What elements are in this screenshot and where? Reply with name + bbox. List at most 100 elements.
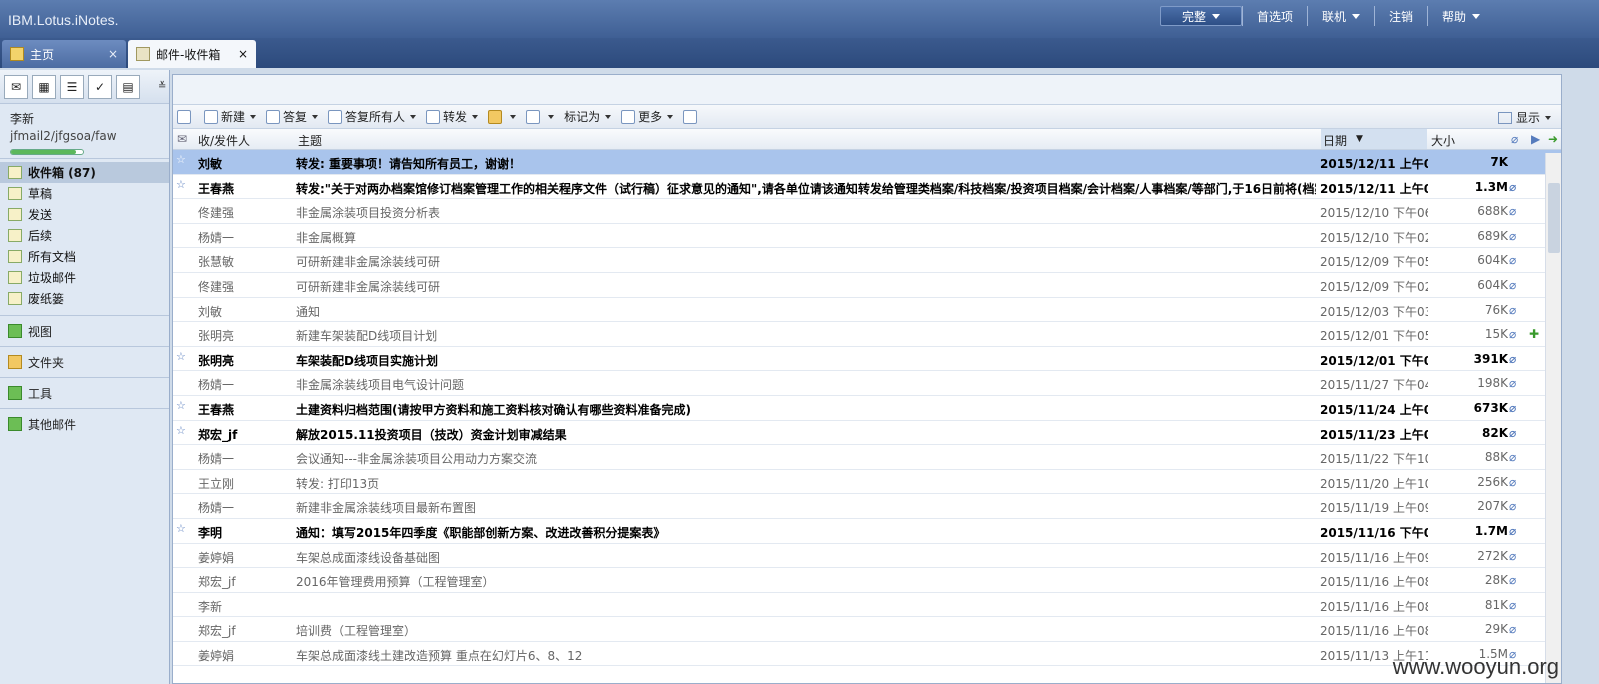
message-row[interactable]: ☆ 王春燕 土建资料归档范围(请按甲方资料和施工资料核对确认有哪些资料准备完成) 20… bbox=[173, 396, 1561, 421]
nav-sent[interactable]: 发送 bbox=[0, 204, 169, 225]
message-size: 76K bbox=[1484, 302, 1508, 317]
message-sender: 李新 bbox=[198, 599, 223, 614]
reply-all-button[interactable]: 答复所有人 bbox=[328, 108, 417, 125]
move-folder-button[interactable] bbox=[488, 109, 517, 124]
column-subject[interactable]: 主题 bbox=[298, 132, 322, 149]
attachment-icon: ⌀ bbox=[1509, 548, 1517, 563]
top-menu-logout[interactable]: 注销 bbox=[1374, 6, 1427, 26]
message-row[interactable]: 姜婷娟 车架总成面漆线土建改造预算 重点在幻灯片6、8、12 2015/11/13 … bbox=[173, 642, 1561, 667]
attachment-icon: ⌀ bbox=[1509, 351, 1517, 366]
message-row[interactable]: 佟建强 非金属涂装项目投资分析表 2015/12/10 下午06:1 688K⌀ bbox=[173, 199, 1561, 224]
unread-star-icon: ☆ bbox=[176, 153, 186, 166]
tab-inbox[interactable]: 邮件-收件箱 × bbox=[128, 40, 256, 68]
section-other-mail[interactable]: 其他邮件 bbox=[0, 408, 169, 439]
message-size: 688K bbox=[1477, 204, 1508, 219]
message-row[interactable]: 杨婧一 会议通知---非金属涂装项目公用动力方案交流 2015/11/22 下午10… bbox=[173, 445, 1561, 470]
top-menu-help[interactable]: 帮助 bbox=[1427, 6, 1494, 26]
next-icon[interactable]: ➜ bbox=[1548, 132, 1558, 146]
top-menu-full[interactable]: 完整 bbox=[1160, 6, 1242, 26]
nav-all-documents[interactable]: 所有文档 bbox=[0, 246, 169, 267]
message-row[interactable]: 郑宏_jf 培训费（工程管理室） 2015/11/16 上午08:2 29K⌀ bbox=[173, 617, 1561, 642]
user-name: 李新 bbox=[10, 112, 35, 126]
chevron-down-icon bbox=[605, 114, 612, 119]
column-sender[interactable]: 收/发件人 bbox=[198, 132, 250, 149]
message-row[interactable]: ☆ 郑宏_jf 解放2015.11投资项目（技改）资金计划审减结果 2015/11/2… bbox=[173, 421, 1561, 446]
message-sender: 刘敏 bbox=[198, 157, 223, 171]
close-icon[interactable]: × bbox=[108, 47, 118, 61]
nav-follow-up[interactable]: 后续 bbox=[0, 225, 169, 246]
refresh-button[interactable] bbox=[177, 109, 194, 124]
message-subject: 解放2015.11投资项目（技改）资金计划审减结果 bbox=[296, 427, 567, 442]
message-row[interactable]: 杨婧一 新建非金属涂装线项目最新布置图 2015/11/19 上午09:1 207K⌀ bbox=[173, 494, 1561, 519]
section-tools[interactable]: 工具 bbox=[0, 377, 169, 408]
chevron-down-icon bbox=[1352, 13, 1361, 19]
tab-label: 主页 bbox=[30, 47, 55, 62]
message-row[interactable]: 王立刚 转发: 打印13页 2015/11/20 上午10:5 256K⌀ bbox=[173, 470, 1561, 495]
message-subject: 车架装配D线项目实施计划 bbox=[296, 353, 438, 368]
column-size[interactable]: 大小 bbox=[1431, 132, 1455, 149]
message-row[interactable]: 郑宏_jf 2016年管理费用预算（工程管理室） 2015/11/16 上午08:5… bbox=[173, 568, 1561, 593]
message-row[interactable]: 杨婧一 非金属概算 2015/12/10 下午02:3 689K⌀ bbox=[173, 224, 1561, 249]
column-date[interactable]: 日期 bbox=[1323, 132, 1347, 149]
watermark: www.wooyun.org bbox=[1392, 654, 1559, 679]
user-info: 李新 jfmail2/jfgsoa/faw bbox=[0, 104, 169, 159]
expand-icon bbox=[8, 417, 22, 431]
contacts-icon[interactable]: ☰ bbox=[60, 74, 84, 99]
message-row[interactable]: ☆ 刘敏 转发: 重要事项！请告知所有员工，谢谢！ 2015/12/11 上午09:0… bbox=[173, 150, 1561, 175]
message-row[interactable]: 刘敏 通知 2015/12/03 下午03:1 76K⌀ bbox=[173, 298, 1561, 323]
message-subject: 新建车架装配D线项目计划 bbox=[296, 329, 438, 344]
message-size: 256K bbox=[1477, 474, 1508, 489]
message-date: 2015/11/16 上午09:4 bbox=[1320, 550, 1428, 565]
chevron-down-icon bbox=[1212, 13, 1220, 19]
message-sender: 王春燕 bbox=[198, 181, 235, 196]
close-icon[interactable]: × bbox=[238, 47, 248, 61]
section-views[interactable]: 视图 bbox=[0, 315, 169, 346]
mail-icon[interactable]: ✉ bbox=[4, 74, 28, 99]
quota-bar bbox=[10, 149, 84, 155]
nav-trash[interactable]: 废纸篓 bbox=[0, 288, 169, 309]
section-folders[interactable]: 文件夹 bbox=[0, 346, 169, 377]
message-size: 689K bbox=[1477, 228, 1508, 243]
forward-button[interactable]: 转发 bbox=[426, 108, 479, 125]
attachment-icon: ⌀ bbox=[1509, 204, 1517, 219]
chevron-down-icon[interactable]: ≚ bbox=[158, 81, 166, 92]
todo-icon[interactable]: ✓ bbox=[88, 74, 112, 99]
display-button[interactable]: 显示 bbox=[1497, 109, 1551, 126]
scrollbar[interactable] bbox=[1545, 153, 1561, 683]
attachment-icon: ⌀ bbox=[1509, 523, 1517, 538]
message-sender: 姜婷娟 bbox=[198, 550, 235, 565]
message-row[interactable]: ☆ 李明 通知：填写2015年四季度《职能部创新方案、改进改善积分提案表》 2015/… bbox=[173, 519, 1561, 544]
chevron-down-icon bbox=[410, 114, 417, 119]
print-button[interactable] bbox=[683, 109, 700, 124]
message-subject: 非金属涂装项目投资分析表 bbox=[296, 206, 441, 221]
flag-icon bbox=[526, 109, 541, 124]
top-menu-preferences[interactable]: 首选项 bbox=[1242, 6, 1307, 26]
message-sender: 杨婧一 bbox=[198, 230, 235, 245]
reply-button[interactable]: 答复 bbox=[266, 108, 319, 125]
flag-button[interactable] bbox=[526, 109, 555, 124]
message-row[interactable]: 佟建强 可研新建非金属涂装线可研 2015/12/09 下午02:4 604K⌀ bbox=[173, 273, 1561, 298]
message-row[interactable]: 李新 2015/11/16 上午08:4 81K⌀ bbox=[173, 593, 1561, 618]
top-menu-online[interactable]: 联机 bbox=[1307, 6, 1374, 26]
scrollbar-thumb[interactable] bbox=[1548, 183, 1560, 253]
message-row[interactable]: 张明亮 新建车架装配D线项目计划 2015/12/01 下午05:1 15K⌀ ✚ bbox=[173, 322, 1561, 347]
message-sender: 佟建强 bbox=[198, 206, 235, 221]
message-date: 2015/12/10 下午06:1 bbox=[1320, 206, 1428, 221]
new-button[interactable]: 新建 bbox=[204, 108, 257, 125]
message-date: 2015/11/24 上午09:3 bbox=[1320, 402, 1428, 417]
mark-as-button[interactable]: 标记为 bbox=[564, 108, 612, 125]
message-row[interactable]: ☆ 王春燕 转发:"关于对两办档案馆修订档案管理工作的相关程序文件（试行稿）征求意见… bbox=[173, 175, 1561, 200]
message-size: 15K bbox=[1484, 327, 1508, 342]
nav-inbox[interactable]: 收件箱 (87) bbox=[0, 162, 169, 183]
nav-drafts[interactable]: 草稿 bbox=[0, 183, 169, 204]
tab-home[interactable]: 主页 × bbox=[2, 40, 126, 68]
trash-icon bbox=[8, 292, 22, 305]
message-row[interactable]: 姜婷娟 车架总成面漆线设备基础图 2015/11/16 上午09:4 272K⌀ bbox=[173, 544, 1561, 569]
more-button[interactable]: 更多 bbox=[621, 108, 674, 125]
nav-junk[interactable]: 垃圾邮件 bbox=[0, 267, 169, 288]
calendar-icon[interactable]: ▦ bbox=[32, 74, 56, 99]
message-row[interactable]: 张慧敏 可研新建非金属涂装线可研 2015/12/09 下午05:1 604K⌀ bbox=[173, 248, 1561, 273]
message-row[interactable]: ☆ 张明亮 车架装配D线项目实施计划 2015/12/01 下午02:1 391K⌀ bbox=[173, 347, 1561, 372]
notebook-icon[interactable]: ▤ bbox=[116, 74, 140, 99]
message-row[interactable]: 杨婧一 非金属涂装线项目电气设计问题 2015/11/27 下午04:3 198K⌀ bbox=[173, 371, 1561, 396]
